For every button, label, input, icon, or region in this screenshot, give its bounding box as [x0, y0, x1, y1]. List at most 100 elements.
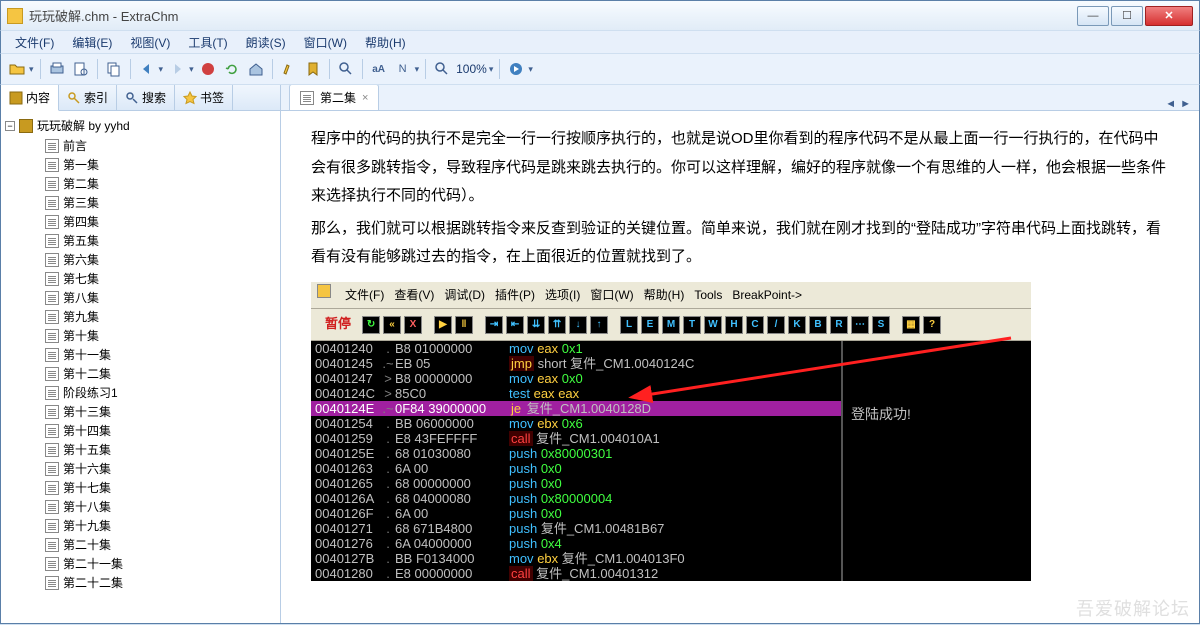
- od-btn: K: [788, 316, 806, 334]
- tree-item[interactable]: 第十三集: [5, 402, 276, 421]
- find-icon[interactable]: [336, 59, 356, 79]
- od-btn: W: [704, 316, 722, 334]
- content-tab-active[interactable]: 第二集 ×: [289, 85, 379, 110]
- font-icon[interactable]: aA: [369, 59, 389, 79]
- od-menu-help: 帮助(H): [644, 284, 685, 307]
- page-icon: [45, 215, 59, 229]
- tree-item[interactable]: 阶段练习1: [5, 383, 276, 402]
- collapse-icon[interactable]: −: [5, 121, 15, 131]
- tree-item[interactable]: 第三集: [5, 193, 276, 212]
- zoom-dropdown-icon[interactable]: ▾: [489, 64, 494, 75]
- od-btn: R: [830, 316, 848, 334]
- tree-item[interactable]: 前言: [5, 136, 276, 155]
- tree-item[interactable]: 第二十二集: [5, 573, 276, 592]
- tree-item-label: 第一集: [63, 156, 99, 173]
- tab-prev-icon[interactable]: ◄: [1165, 98, 1176, 110]
- tree-item-label: 第五集: [63, 232, 99, 249]
- tree-item[interactable]: 第十一集: [5, 345, 276, 364]
- tree-item[interactable]: 第十五集: [5, 440, 276, 459]
- menu-file[interactable]: 文件(F): [9, 32, 60, 53]
- page-icon: [45, 386, 59, 400]
- od-btn: ▶: [434, 316, 452, 334]
- page-icon: [45, 405, 59, 419]
- maximize-button[interactable]: ☐: [1111, 6, 1143, 26]
- menu-read[interactable]: 朗读(S): [240, 32, 292, 53]
- tree-item[interactable]: 第十七集: [5, 478, 276, 497]
- page-icon: [45, 329, 59, 343]
- minimize-button[interactable]: —: [1077, 6, 1109, 26]
- paragraph: 那么，我们就可以根据跳转指令来反查到验证的关键位置。简单来说，我们就在刚才找到的…: [311, 215, 1169, 272]
- copy-icon[interactable]: [104, 59, 124, 79]
- tree[interactable]: − 玩玩破解 by yyhd 前言第一集第二集第三集第四集第五集第六集第七集第八…: [1, 111, 280, 623]
- tree-item[interactable]: 第一集: [5, 155, 276, 174]
- od-btn: ↑: [590, 316, 608, 334]
- tree-item[interactable]: 第六集: [5, 250, 276, 269]
- tree-item-label: 第十八集: [63, 498, 111, 515]
- window-title: 玩玩破解.chm - ExtraChm: [29, 6, 179, 25]
- tree-item-label: 第十四集: [63, 422, 111, 439]
- od-row: 00401259.E8 43FEFFFFcall 复件_CM1.004010A1: [311, 431, 841, 446]
- open-icon[interactable]: [7, 59, 27, 79]
- tree-item[interactable]: 第八集: [5, 288, 276, 307]
- tree-item[interactable]: 第九集: [5, 307, 276, 326]
- page-icon: [45, 367, 59, 381]
- refresh-icon[interactable]: [222, 59, 242, 79]
- encoding-icon[interactable]: N: [393, 59, 413, 79]
- od-menu-file: 文件(F): [345, 284, 384, 307]
- forward-dropdown-icon[interactable]: ▾: [189, 64, 194, 75]
- tab-next-icon[interactable]: ►: [1180, 98, 1191, 110]
- close-button[interactable]: ✕: [1145, 6, 1193, 26]
- toolbar: ▾ ▾ ▾ aA N ▾ 100% ▾ ▾: [0, 54, 1200, 84]
- print-icon[interactable]: [47, 59, 67, 79]
- home-icon[interactable]: [246, 59, 266, 79]
- zoom-icon[interactable]: [432, 59, 452, 79]
- od-row: 00401276.6A 04000000push 0x4: [311, 536, 841, 551]
- tree-item[interactable]: 第十八集: [5, 497, 276, 516]
- play-icon[interactable]: [506, 59, 526, 79]
- tree-item[interactable]: 第四集: [5, 212, 276, 231]
- bookmark-icon[interactable]: [303, 59, 323, 79]
- od-row: 00401240.B8 01000000mov eax,0x1: [311, 341, 841, 356]
- back-icon[interactable]: [137, 59, 157, 79]
- zoom-value[interactable]: 100%: [456, 62, 487, 76]
- forward-icon[interactable]: [167, 59, 187, 79]
- tab-contents[interactable]: 内容: [1, 85, 59, 111]
- tree-root[interactable]: − 玩玩破解 by yyhd: [5, 115, 276, 136]
- close-tab-icon[interactable]: ×: [362, 92, 368, 104]
- page-content[interactable]: 程序中的代码的执行不是完全一行一行按顺序执行的，也就是说OD里你看到的程序代码不…: [281, 111, 1199, 623]
- tree-item[interactable]: 第十四集: [5, 421, 276, 440]
- tree-item[interactable]: 第十九集: [5, 516, 276, 535]
- tree-item[interactable]: 第二集: [5, 174, 276, 193]
- tree-item[interactable]: 第七集: [5, 269, 276, 288]
- tab-index[interactable]: 索引: [59, 85, 117, 110]
- tree-item[interactable]: 第五集: [5, 231, 276, 250]
- tree-item[interactable]: 第二十一集: [5, 554, 276, 573]
- back-dropdown-icon[interactable]: ▾: [159, 64, 164, 75]
- od-status: 暂停: [317, 312, 359, 337]
- menu-help[interactable]: 帮助(H): [359, 32, 412, 53]
- key-icon: [67, 91, 81, 105]
- tree-item[interactable]: 第十六集: [5, 459, 276, 478]
- play-dropdown-icon[interactable]: ▾: [528, 64, 533, 75]
- menubar: 文件(F) 编辑(E) 视图(V) 工具(T) 朗读(S) 窗口(W) 帮助(H…: [0, 30, 1200, 54]
- dropdown-icon[interactable]: ▾: [29, 64, 34, 75]
- menu-tools[interactable]: 工具(T): [182, 32, 233, 53]
- encoding-dropdown-icon[interactable]: ▾: [415, 64, 420, 75]
- tab-search[interactable]: 搜索: [117, 85, 175, 110]
- print-preview-icon[interactable]: [71, 59, 91, 79]
- menu-view[interactable]: 视图(V): [124, 32, 176, 53]
- tab-bookmark[interactable]: 书签: [175, 85, 233, 110]
- od-btn: ▦: [902, 316, 920, 334]
- menu-window[interactable]: 窗口(W): [298, 32, 353, 53]
- page-icon: [45, 272, 59, 286]
- od-disassembly: 00401240.B8 01000000mov eax,0x100401245.…: [311, 341, 1031, 581]
- tree-item[interactable]: 第十二集: [5, 364, 276, 383]
- od-row: 00401271.68 671B4800push 复件_CM1.00481B67: [311, 521, 841, 536]
- tree-item[interactable]: 第二十集: [5, 535, 276, 554]
- tree-item[interactable]: 第十集: [5, 326, 276, 345]
- stop-icon[interactable]: [198, 59, 218, 79]
- tree-item-label: 第六集: [63, 251, 99, 268]
- menu-edit[interactable]: 编辑(E): [66, 32, 118, 53]
- highlight-icon[interactable]: [279, 59, 299, 79]
- od-btn: ↓: [569, 316, 587, 334]
